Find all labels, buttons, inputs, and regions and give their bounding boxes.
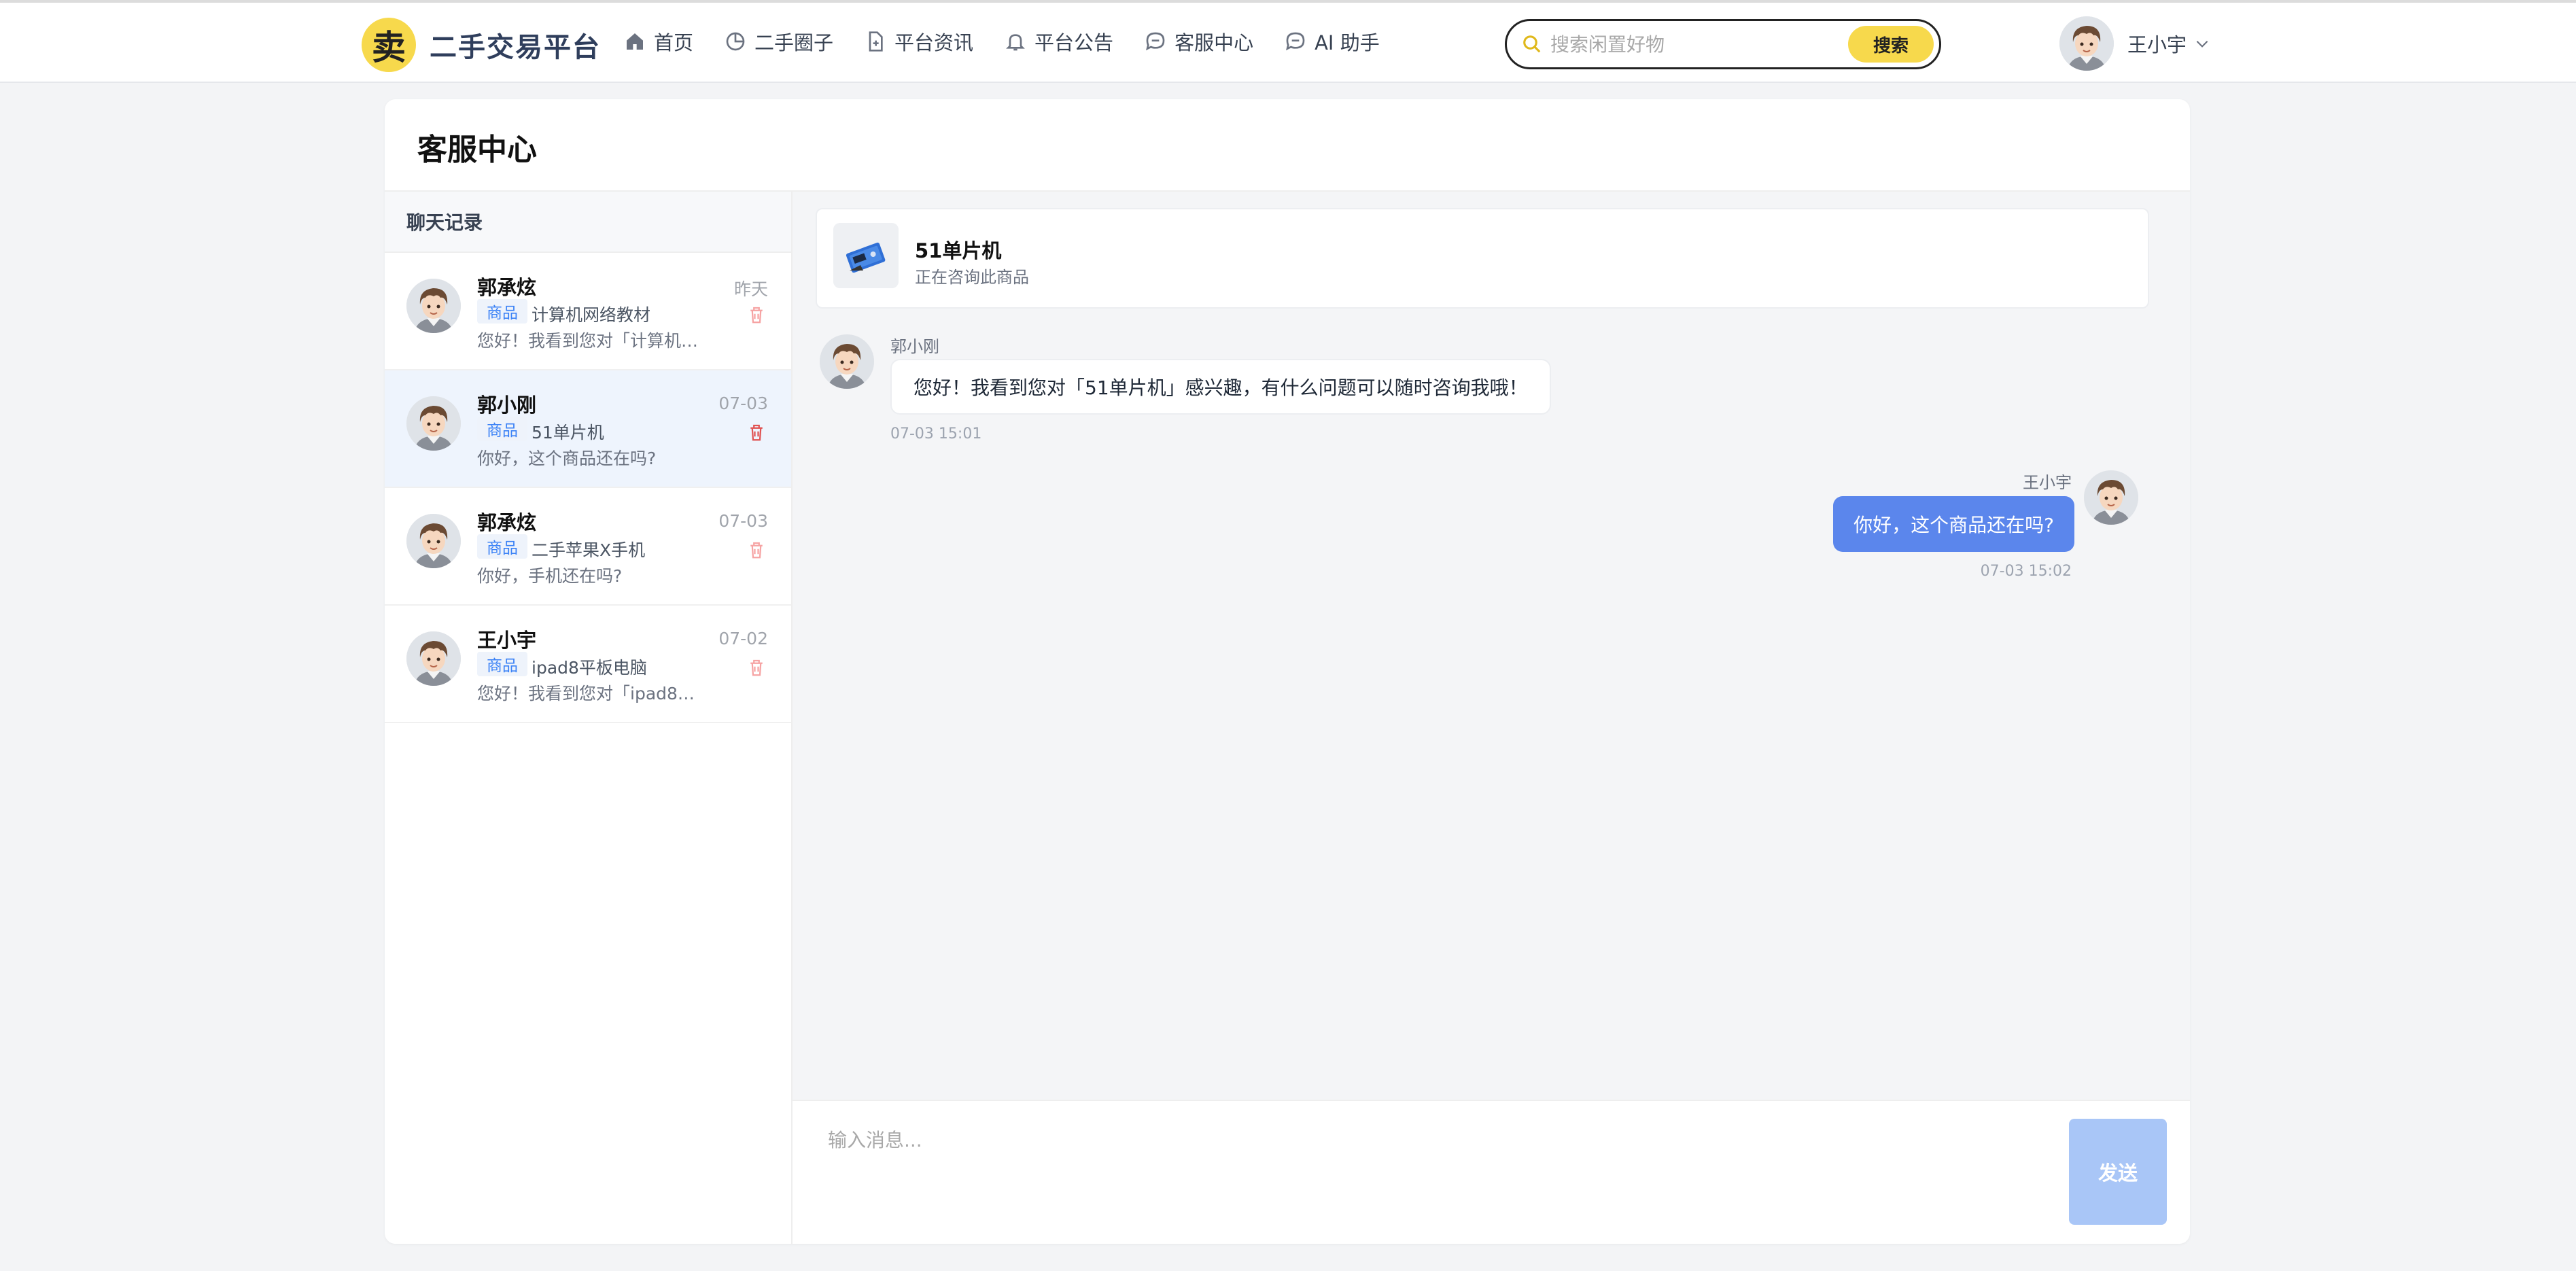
support-center-card: 客服中心 聊天记录 郭承炫 商品 计算机网络教材 您好！我看到您对「计算机网络教… [385, 99, 2190, 1244]
logo-badge: 卖 [362, 18, 416, 72]
brand-name: 二手交易平台 [430, 32, 601, 63]
user-avatar [2059, 16, 2114, 71]
chat-product-name: ipad8平板电脑 [532, 658, 647, 678]
message-time: 07-03 15:02 [1980, 563, 2072, 580]
brand-logo[interactable]: 卖 二手交易平台 [362, 18, 601, 72]
message-sender-name: 王小宇 [2023, 473, 2072, 492]
document-plus-icon [869, 31, 883, 52]
avatar [406, 631, 461, 686]
top-navbar: 卖 二手交易平台 首页 二手圈子 平台资讯 平台公告 客服中心 AI 助手 搜索… [0, 3, 2576, 83]
product-name: 51单片机 [915, 239, 1002, 262]
message-bubble-outgoing: 你好，这个商品还在吗? [1833, 496, 2074, 552]
chat-bubble-icon [1286, 32, 1305, 51]
trash-icon[interactable] [746, 657, 767, 678]
sender-avatar [820, 334, 874, 389]
trash-icon[interactable] [746, 540, 767, 560]
message-input[interactable] [828, 1126, 2038, 1221]
send-button[interactable]: 发送 [2069, 1119, 2167, 1225]
chat-bubble-icon [1146, 32, 1165, 51]
nav-item-news[interactable]: 平台资讯 [865, 27, 973, 56]
avatar [406, 279, 461, 333]
chat-list-item-active[interactable]: 郭小刚 商品 51单片机 你好，这个商品还在吗? 07-03 [385, 370, 791, 488]
nav-label: 二手圈子 [754, 31, 834, 54]
message-sender-name: 郭小刚 [890, 337, 939, 356]
nav-label: AI 助手 [1315, 31, 1380, 54]
chat-product-name: 51单片机 [532, 423, 604, 442]
message-composer: 发送 [793, 1100, 2190, 1244]
chat-preview: 您好！我看到您对「ipad8平板电脑」感兴趣，有什么问题可以随时咨询我哦！ [477, 684, 708, 703]
message-bubble-incoming: 您好！我看到您对「51单片机」感兴趣，有什么问题可以随时咨询我哦！ [890, 359, 1551, 415]
nav-item-support[interactable]: 客服中心 [1145, 27, 1253, 56]
chat-time: 07-03 [718, 394, 768, 413]
chat-list-header: 聊天记录 [385, 192, 791, 253]
product-tag: 商品 [477, 534, 527, 559]
chat-contact-name: 郭承炫 [477, 276, 537, 299]
search-button[interactable]: 搜索 [1848, 26, 1934, 63]
chat-panel: 51单片机 正在咨询此商品 郭小刚 您好！我看到您对「51单片机」感兴趣，有什么… [793, 192, 2190, 1244]
nav-label: 平台资讯 [894, 31, 974, 54]
nav-item-circle[interactable]: 二手圈子 [725, 27, 833, 56]
nav-label: 首页 [654, 31, 694, 54]
chat-list-item[interactable]: 郭承炫 商品 二手苹果X手机 你好，手机还在吗? 07-03 [385, 488, 791, 606]
chat-list-item[interactable]: 郭承炫 商品 计算机网络教材 您好！我看到您对「计算机网络教材」感兴趣，有什么问… [385, 253, 791, 370]
nav-label: 客服中心 [1174, 31, 1254, 54]
nav-item-home[interactable]: 首页 [624, 27, 693, 56]
search-bar: 搜索 [1505, 19, 1941, 69]
page-title: 客服中心 [417, 133, 537, 167]
product-thumbnail [833, 223, 899, 288]
chat-list-sidebar: 聊天记录 郭承炫 商品 计算机网络教材 您好！我看到您对「计算机网络教材」感兴趣… [385, 192, 793, 1244]
chat-preview: 你好，这个商品还在吗? [477, 449, 657, 468]
chat-contact-name: 王小宇 [477, 629, 537, 652]
nav-label: 平台公告 [1034, 31, 1114, 54]
user-name: 王小宇 [2127, 33, 2187, 56]
product-tag: 商品 [477, 652, 527, 676]
chat-preview: 您好！我看到您对「计算机网络教材」感兴趣，有什么问题可以随时咨询我哦！ [477, 331, 708, 351]
chat-time: 昨天 [733, 279, 768, 299]
product-subtitle: 正在咨询此商品 [915, 268, 1029, 287]
trash-icon[interactable] [746, 304, 767, 325]
search-icon [1523, 35, 1541, 53]
search-input[interactable] [1550, 33, 1849, 56]
chat-contact-name: 郭小刚 [477, 394, 537, 417]
main-nav: 首页 二手圈子 平台资讯 平台公告 客服中心 AI 助手 [624, 27, 1411, 56]
user-menu[interactable]: 王小宇 [2059, 16, 2211, 71]
nav-item-ai-assistant[interactable]: AI 助手 [1285, 27, 1380, 56]
chevron-down-icon [2196, 40, 2208, 48]
card-header: 客服中心 [385, 99, 2190, 192]
pie-chart-icon [726, 32, 745, 51]
avatar [406, 514, 461, 568]
consulting-product-card[interactable]: 51单片机 正在咨询此商品 [816, 208, 2149, 309]
chat-preview: 你好，手机还在吗? [477, 566, 623, 586]
product-tag: 商品 [477, 299, 527, 324]
nav-item-announcements[interactable]: 平台公告 [1005, 27, 1113, 56]
self-avatar [2084, 470, 2138, 525]
bell-icon [1006, 34, 1025, 51]
chat-product-name: 计算机网络教材 [532, 305, 651, 325]
avatar [406, 396, 461, 451]
message-time: 07-03 15:01 [890, 425, 982, 442]
home-icon [627, 33, 643, 50]
chat-list-item[interactable]: 王小宇 商品 ipad8平板电脑 您好！我看到您对「ipad8平板电脑」感兴趣，… [385, 606, 791, 723]
chat-time: 07-02 [718, 629, 768, 648]
chat-time: 07-03 [718, 511, 768, 531]
chat-contact-name: 郭承炫 [477, 511, 537, 534]
product-tag: 商品 [477, 417, 527, 441]
chat-product-name: 二手苹果X手机 [532, 540, 646, 560]
trash-icon[interactable] [746, 422, 767, 442]
